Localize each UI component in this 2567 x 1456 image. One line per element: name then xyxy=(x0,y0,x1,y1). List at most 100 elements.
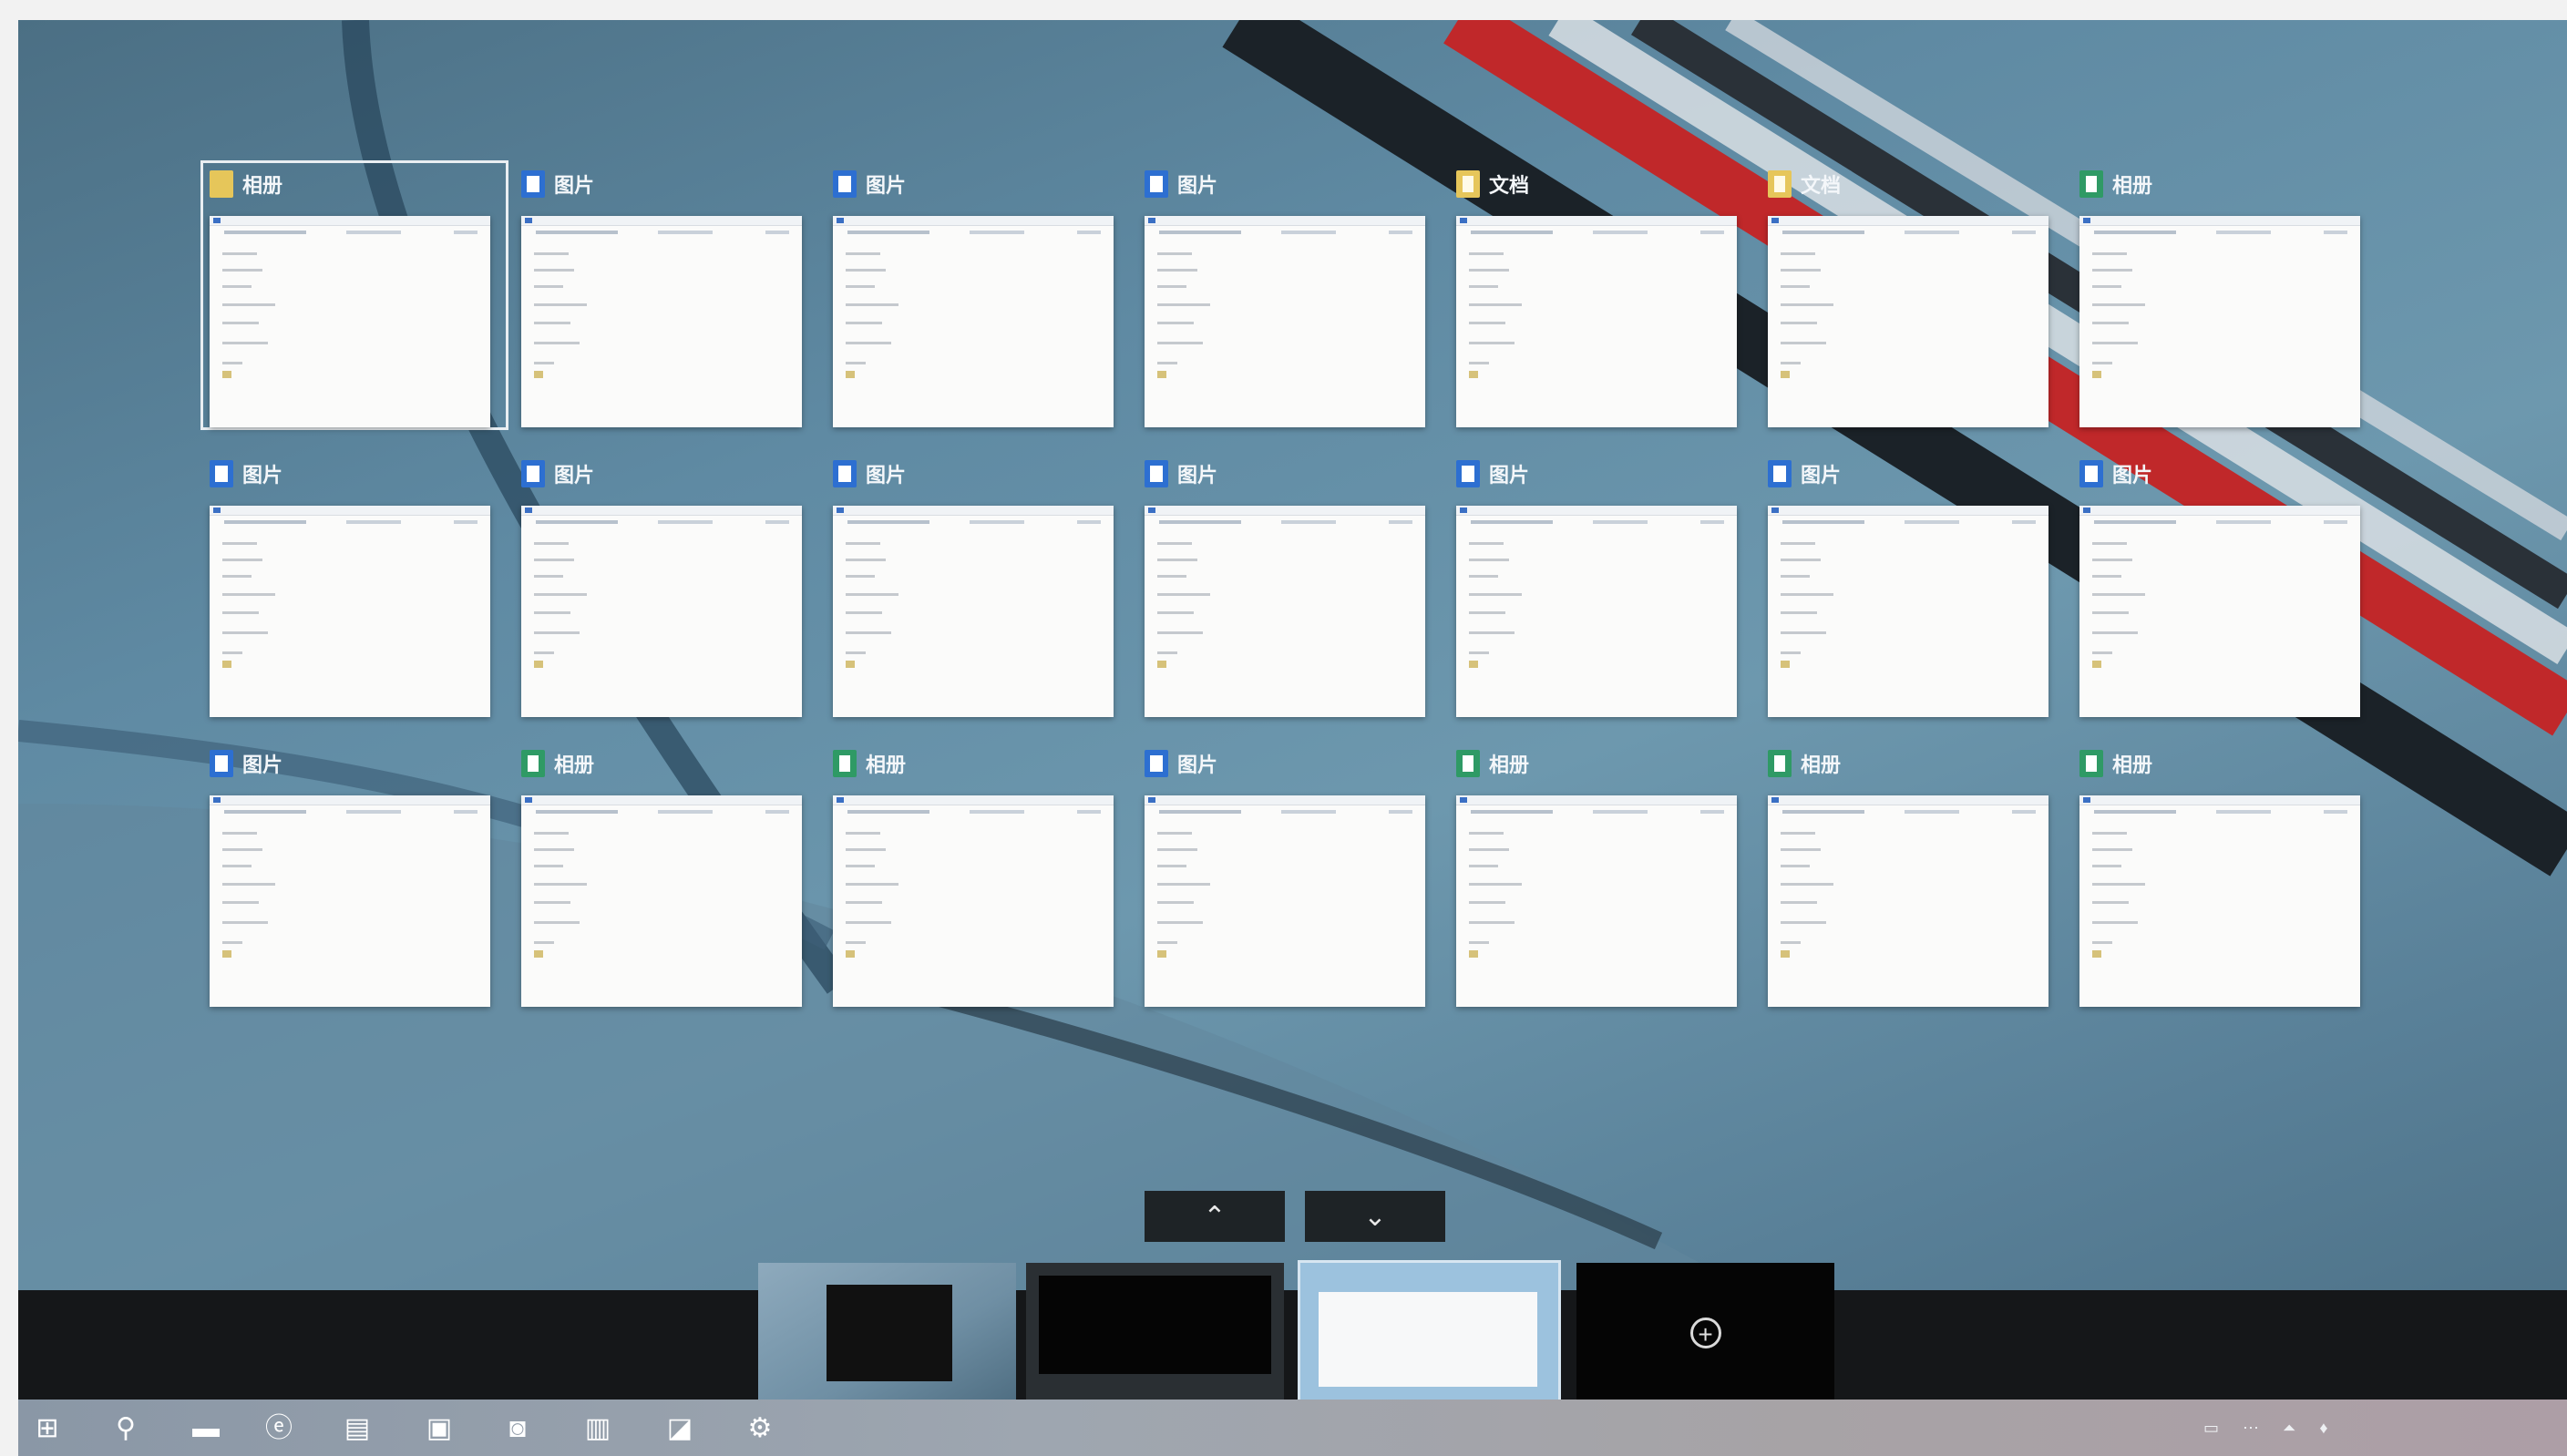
keyboard-icon[interactable]: ▭ xyxy=(2203,1419,2219,1438)
spreadsheet-button[interactable]: ▥ xyxy=(578,1409,618,1449)
window-thumbnail[interactable]: 文档 xyxy=(1456,166,1766,439)
window-preview xyxy=(521,795,802,1007)
window-title: 图片 xyxy=(242,754,283,776)
add-desktop-button[interactable]: + xyxy=(1576,1263,1834,1402)
search-icon: ⚲ xyxy=(116,1413,136,1443)
window-thumbnail[interactable]: 图片 xyxy=(2079,456,2389,729)
window-title: 图片 xyxy=(554,174,595,197)
window-title: 图片 xyxy=(1177,754,1218,776)
file-explorer-icon: ▤ xyxy=(344,1413,371,1443)
spreadsheet-icon: ▥ xyxy=(584,1413,611,1443)
window-thumbnail[interactable]: 相册 xyxy=(521,745,831,1019)
volume-icon[interactable]: ♦ xyxy=(2319,1419,2327,1438)
blue-doc-icon xyxy=(210,460,233,487)
window-preview xyxy=(2079,795,2360,1007)
blue-doc-icon xyxy=(1456,460,1480,487)
folder-doc-icon xyxy=(1768,170,1792,198)
window-title: 图片 xyxy=(1489,464,1530,487)
green-doc-icon xyxy=(1456,750,1480,777)
chevron-down-icon: ⌄ xyxy=(1363,1201,1387,1232)
scroll-down-button[interactable]: ⌄ xyxy=(1305,1191,1445,1242)
window-preview xyxy=(1768,216,2048,427)
chevron-up-icon: ⌃ xyxy=(1203,1201,1227,1232)
system-tray: ▭ ⋯ ⏶ ♦ xyxy=(2203,1416,2328,1440)
window-thumbnail[interactable]: 图片 xyxy=(1456,456,1766,729)
window-preview xyxy=(1145,795,1425,1007)
window-preview xyxy=(1768,506,2048,717)
window-thumbnail[interactable]: 图片 xyxy=(210,745,519,1019)
window-title: 相册 xyxy=(2112,754,2153,776)
window-thumbnail[interactable]: 相册 xyxy=(833,745,1143,1019)
window-thumbnail[interactable]: 相册 xyxy=(2079,166,2389,439)
window-thumbnail[interactable]: 相册 xyxy=(1768,745,2078,1019)
window-preview xyxy=(833,216,1114,427)
scroll-up-button[interactable]: ⌃ xyxy=(1145,1191,1285,1242)
window-thumbnail[interactable]: 图片 xyxy=(1768,456,2078,729)
window-thumbnail[interactable]: 图片 xyxy=(1145,166,1454,439)
window-preview xyxy=(210,216,490,427)
window-preview xyxy=(833,506,1114,717)
window-title: 相册 xyxy=(242,174,283,197)
window-title: 图片 xyxy=(2112,464,2153,487)
window-preview xyxy=(1145,216,1425,427)
virtual-desktop-2[interactable] xyxy=(1026,1263,1284,1402)
window-thumbnail[interactable]: 图片 xyxy=(521,456,831,729)
window-thumbnail[interactable]: 图片 xyxy=(1145,745,1454,1019)
window-title: 相册 xyxy=(2112,174,2153,197)
window-thumbnail[interactable]: 图片 xyxy=(833,456,1143,729)
search-button[interactable]: ⚲ xyxy=(106,1409,146,1449)
file-explorer-button[interactable]: ▤ xyxy=(337,1409,377,1449)
settings-button[interactable]: ⚙ xyxy=(740,1409,780,1449)
window-title: 文档 xyxy=(1489,174,1530,197)
window-thumbnail[interactable]: 相册 xyxy=(2079,745,2389,1019)
app-blue-button[interactable]: ◙ xyxy=(498,1409,538,1449)
photos-icon: ◪ xyxy=(666,1413,693,1443)
window-title: 相册 xyxy=(1489,754,1530,776)
task-view-button[interactable]: ▬ xyxy=(186,1409,226,1449)
window-preview xyxy=(2079,216,2360,427)
green-doc-icon xyxy=(1768,750,1792,777)
window-title: 文档 xyxy=(1801,174,1842,197)
window-title: 图片 xyxy=(242,464,283,487)
window-thumbnail[interactable]: 相册 xyxy=(200,160,519,439)
desktop: 相册 图片 图片 图片 文档 文档 相册 图片 图片 图片 图片 图片 图片 图… xyxy=(18,20,2567,1456)
window-thumbnail[interactable]: 图片 xyxy=(1145,456,1454,729)
window-preview xyxy=(1768,795,2048,1007)
window-title: 相册 xyxy=(866,754,907,776)
taskbar: ⊞ ⚲ ▬ ⓔ ▤ ▣ ◙ ▥ ◪ ⚙ ▭ ⋯ ⏶ ♦ xyxy=(18,1400,2567,1456)
window-thumbnail[interactable]: 图片 xyxy=(521,166,831,439)
blue-doc-icon xyxy=(1145,170,1168,198)
window-preview xyxy=(1145,506,1425,717)
blue-doc-icon xyxy=(521,460,545,487)
window-preview xyxy=(1456,506,1737,717)
blue-doc-icon xyxy=(1145,460,1168,487)
window-preview xyxy=(521,506,802,717)
window-title: 图片 xyxy=(554,464,595,487)
task-view-icon: ▬ xyxy=(192,1413,220,1443)
window-preview xyxy=(1456,795,1737,1007)
window-thumbnail[interactable]: 图片 xyxy=(833,166,1143,439)
folder-doc-icon xyxy=(1456,170,1480,198)
overflow-icon[interactable]: ⋯ xyxy=(2243,1419,2259,1438)
green-doc-icon xyxy=(833,750,857,777)
window-preview xyxy=(210,795,490,1007)
window-title: 图片 xyxy=(1177,174,1218,197)
window-preview xyxy=(833,795,1114,1007)
photos-button[interactable]: ◪ xyxy=(660,1409,700,1449)
network-icon[interactable]: ⏶ xyxy=(2283,1419,2295,1438)
window-thumbnail[interactable]: 相册 xyxy=(1456,745,1766,1019)
window-thumbnail[interactable]: 图片 xyxy=(210,456,519,729)
window-thumbnail[interactable]: 文档 xyxy=(1768,166,2078,439)
virtual-desktop-3[interactable] xyxy=(1298,1260,1561,1405)
browser-button[interactable]: ⓔ xyxy=(259,1409,299,1449)
plus-icon: + xyxy=(1689,1317,1721,1348)
store-button[interactable]: ▣ xyxy=(419,1409,459,1449)
window-title: 相册 xyxy=(554,754,595,776)
window-title: 图片 xyxy=(1177,464,1218,487)
start-button-button[interactable]: ⊞ xyxy=(27,1409,67,1449)
green-doc-icon xyxy=(2079,170,2103,198)
virtual-desktop-1[interactable] xyxy=(758,1263,1016,1402)
settings-icon: ⚙ xyxy=(747,1413,773,1443)
start-button-icon: ⊞ xyxy=(36,1413,59,1443)
blue-doc-icon xyxy=(833,170,857,198)
